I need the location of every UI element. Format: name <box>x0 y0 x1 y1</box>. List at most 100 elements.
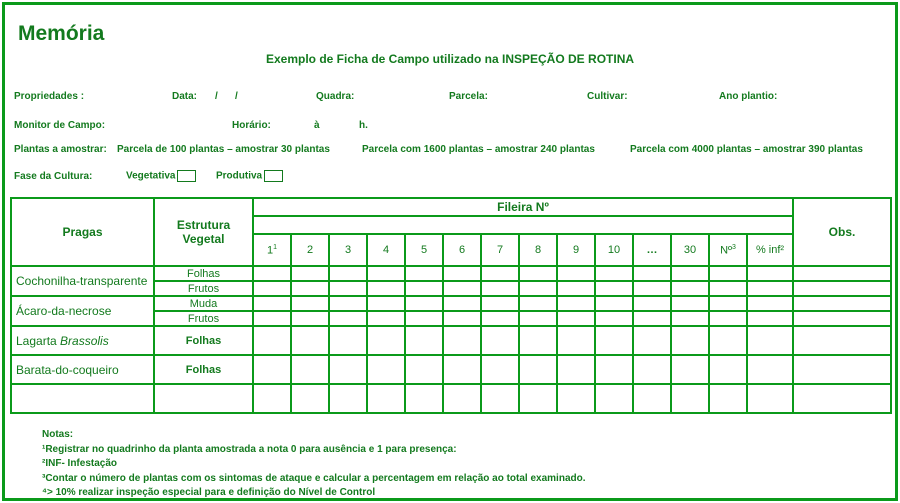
obs-cell[interactable] <box>792 383 892 414</box>
sample-cell[interactable] <box>480 265 520 282</box>
sample-cell[interactable] <box>556 295 596 312</box>
sample-cell[interactable] <box>404 310 444 327</box>
empty-cell[interactable] <box>10 383 155 414</box>
sample-cell[interactable] <box>480 310 520 327</box>
sample-cell[interactable] <box>480 383 520 414</box>
sample-cell[interactable] <box>518 265 558 282</box>
sample-cell[interactable] <box>480 295 520 312</box>
sample-cell[interactable] <box>328 383 368 414</box>
sample-cell[interactable] <box>518 310 558 327</box>
sample-cell[interactable] <box>252 295 292 312</box>
sample-cell[interactable] <box>290 265 330 282</box>
sample-cell[interactable] <box>290 383 330 414</box>
sample-cell[interactable] <box>404 383 444 414</box>
sample-cell[interactable] <box>442 354 482 385</box>
vegetativa-checkbox[interactable] <box>177 170 197 182</box>
sample-cell[interactable] <box>328 310 368 327</box>
sample-cell[interactable] <box>746 383 794 414</box>
sample-cell[interactable] <box>328 265 368 282</box>
obs-cell[interactable] <box>792 325 892 356</box>
obs-cell[interactable] <box>792 354 892 385</box>
sample-cell[interactable] <box>252 280 292 297</box>
sample-cell[interactable] <box>632 295 672 312</box>
sample-cell[interactable] <box>708 280 748 297</box>
sample-cell[interactable] <box>404 295 444 312</box>
sample-cell[interactable] <box>746 354 794 385</box>
sample-cell[interactable] <box>328 325 368 356</box>
sample-cell[interactable] <box>366 265 406 282</box>
sample-cell[interactable] <box>518 354 558 385</box>
sample-cell[interactable] <box>328 295 368 312</box>
sample-cell[interactable] <box>404 280 444 297</box>
sample-cell[interactable] <box>670 383 710 414</box>
sample-cell[interactable] <box>252 310 292 327</box>
sample-cell[interactable] <box>518 383 558 414</box>
sample-cell[interactable] <box>442 280 482 297</box>
sample-cell[interactable] <box>746 280 794 297</box>
sample-cell[interactable] <box>632 383 672 414</box>
sample-cell[interactable] <box>632 265 672 282</box>
sample-cell[interactable] <box>404 325 444 356</box>
sample-cell[interactable] <box>290 310 330 327</box>
sample-cell[interactable] <box>746 310 794 327</box>
sample-cell[interactable] <box>556 280 596 297</box>
sample-cell[interactable] <box>480 280 520 297</box>
sample-cell[interactable] <box>670 265 710 282</box>
sample-cell[interactable] <box>518 280 558 297</box>
sample-cell[interactable] <box>328 280 368 297</box>
sample-cell[interactable] <box>328 354 368 385</box>
sample-cell[interactable] <box>708 310 748 327</box>
sample-cell[interactable] <box>670 310 710 327</box>
sample-cell[interactable] <box>556 383 596 414</box>
sample-cell[interactable] <box>366 280 406 297</box>
obs-cell[interactable] <box>792 265 892 282</box>
sample-cell[interactable] <box>670 295 710 312</box>
sample-cell[interactable] <box>594 295 634 312</box>
sample-cell[interactable] <box>556 310 596 327</box>
sample-cell[interactable] <box>594 265 634 282</box>
obs-cell[interactable] <box>792 295 892 312</box>
sample-cell[interactable] <box>290 325 330 356</box>
sample-cell[interactable] <box>518 325 558 356</box>
sample-cell[interactable] <box>442 265 482 282</box>
sample-cell[interactable] <box>366 383 406 414</box>
sample-cell[interactable] <box>594 354 634 385</box>
sample-cell[interactable] <box>556 265 596 282</box>
sample-cell[interactable] <box>594 383 634 414</box>
produtiva-checkbox[interactable] <box>264 170 284 182</box>
sample-cell[interactable] <box>442 295 482 312</box>
sample-cell[interactable] <box>670 280 710 297</box>
sample-cell[interactable] <box>632 310 672 327</box>
produtiva-option[interactable]: Produtiva <box>216 170 284 182</box>
sample-cell[interactable] <box>366 354 406 385</box>
sample-cell[interactable] <box>442 325 482 356</box>
sample-cell[interactable] <box>670 325 710 356</box>
sample-cell[interactable] <box>708 383 748 414</box>
sample-cell[interactable] <box>404 354 444 385</box>
sample-cell[interactable] <box>518 295 558 312</box>
sample-cell[interactable] <box>366 325 406 356</box>
sample-cell[interactable] <box>708 325 748 356</box>
sample-cell[interactable] <box>442 383 482 414</box>
sample-cell[interactable] <box>746 295 794 312</box>
sample-cell[interactable] <box>594 280 634 297</box>
sample-cell[interactable] <box>252 265 292 282</box>
sample-cell[interactable] <box>594 310 634 327</box>
vegetativa-option[interactable]: Vegetativa <box>126 170 197 182</box>
sample-cell[interactable] <box>366 310 406 327</box>
sample-cell[interactable] <box>708 295 748 312</box>
sample-cell[interactable] <box>404 265 444 282</box>
sample-cell[interactable] <box>632 354 672 385</box>
sample-cell[interactable] <box>290 295 330 312</box>
sample-cell[interactable] <box>746 325 794 356</box>
sample-cell[interactable] <box>708 354 748 385</box>
sample-cell[interactable] <box>632 325 672 356</box>
sample-cell[interactable] <box>708 265 748 282</box>
obs-cell[interactable] <box>792 280 892 297</box>
sample-cell[interactable] <box>366 295 406 312</box>
sample-cell[interactable] <box>746 265 794 282</box>
sample-cell[interactable] <box>670 354 710 385</box>
sample-cell[interactable] <box>632 280 672 297</box>
sample-cell[interactable] <box>252 383 292 414</box>
sample-cell[interactable] <box>442 310 482 327</box>
